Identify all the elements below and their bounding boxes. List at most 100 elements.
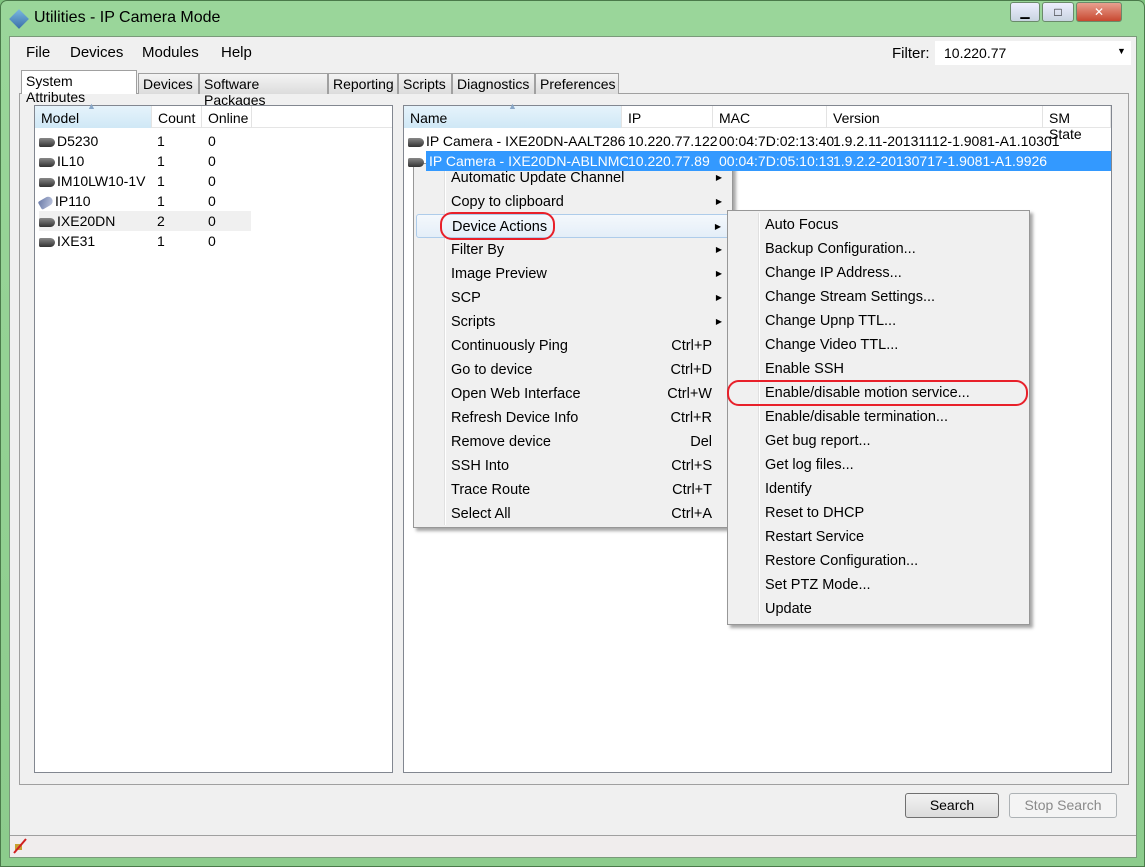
column-header-mac[interactable]: MAC <box>713 106 827 128</box>
model-list-header: ▲ Model Count Online <box>35 101 392 128</box>
menu-item-restart-service[interactable]: Restart Service <box>730 525 1027 549</box>
shortcut-label: Ctrl+S <box>671 458 712 474</box>
menu-devices[interactable]: Devices <box>70 44 123 61</box>
shortcut-label: Ctrl+P <box>671 338 712 354</box>
submenu-arrow-icon: ▶ <box>715 197 722 206</box>
model-cell: IL10 <box>39 151 84 171</box>
menu-item-label: Get bug report... <box>765 433 871 449</box>
menu-item-label: Change Upnp TTL... <box>765 313 897 329</box>
menu-item-filter-by[interactable]: Filter By ▶ <box>416 238 730 262</box>
table-row[interactable]: IP Camera - IXE20DN-AALT286 10.220.77.122… <box>408 131 1111 151</box>
online-cell: 0 <box>208 213 216 229</box>
table-row[interactable]: IP110 1 0 <box>37 191 251 211</box>
menu-item-restore-configuration[interactable]: Restore Configuration... <box>730 549 1027 573</box>
menu-item-auto-focus[interactable]: Auto Focus <box>730 213 1027 237</box>
menu-item-change-stream-settings[interactable]: Change Stream Settings... <box>730 285 1027 309</box>
tab-scripts[interactable]: Scripts <box>398 73 452 94</box>
menu-item-enable-disable-termination[interactable]: Enable/disable termination... <box>730 405 1027 429</box>
table-row[interactable]: D5230 1 0 <box>39 131 251 151</box>
menu-file[interactable]: File <box>26 44 50 61</box>
camera-icon <box>408 158 424 167</box>
menu-item-go-to-device[interactable]: Go to device Ctrl+D <box>416 358 730 382</box>
camera-icon <box>39 178 55 187</box>
menu-item-get-bug-report[interactable]: Get bug report... <box>730 429 1027 453</box>
column-header-sm-state[interactable]: SM State <box>1043 106 1111 142</box>
menu-item-select-all[interactable]: Select All Ctrl+A <box>416 502 730 526</box>
camera-icon <box>39 158 55 167</box>
menu-item-reset-to-dhcp[interactable]: Reset to DHCP <box>730 501 1027 525</box>
tab-software-packages[interactable]: Software Packages <box>199 73 328 108</box>
menu-item-change-video-ttl[interactable]: Change Video TTL... <box>730 333 1027 357</box>
menu-item-label: Copy to clipboard <box>451 194 564 210</box>
filter-combobox[interactable]: 10.220.77 <box>935 41 1131 65</box>
model-name: IL10 <box>57 153 85 169</box>
menu-item-copy-to-clipboard[interactable]: Copy to clipboard ▶ <box>416 190 730 214</box>
menu-item-scp[interactable]: SCP ▶ <box>416 286 730 310</box>
column-header-name[interactable]: ▲ Name <box>404 101 622 128</box>
tab-reporting[interactable]: Reporting <box>328 73 398 94</box>
menu-item-trace-route[interactable]: Trace Route Ctrl+T <box>416 478 730 502</box>
menu-item-enable-ssh[interactable]: Enable SSH <box>730 357 1027 381</box>
minimize-button[interactable]: ▁ <box>1010 2 1040 22</box>
menu-item-label: Reset to DHCP <box>765 505 865 521</box>
column-header-version[interactable]: Version <box>827 106 1043 128</box>
count-cell: 1 <box>157 133 165 149</box>
submenu-arrow-icon: ▶ <box>715 269 722 278</box>
device-actions-submenu: Auto Focus Backup Configuration... Change … <box>727 210 1030 625</box>
submenu-arrow-icon: ▶ <box>715 293 722 302</box>
menu-item-label: Change Video TTL... <box>765 337 899 353</box>
camera-icon <box>39 238 55 247</box>
close-button[interactable]: ✕ <box>1076 2 1122 22</box>
count-cell: 1 <box>157 233 165 249</box>
tab-preferences[interactable]: Preferences <box>535 73 619 94</box>
menu-item-continuously-ping[interactable]: Continuously Ping Ctrl+P <box>416 334 730 358</box>
search-button[interactable]: Search <box>905 793 999 818</box>
version-cell: 1.9.2.2-20130717-1.9081-A1.9926 <box>833 151 1048 171</box>
menu-item-label: Continuously Ping <box>451 338 568 354</box>
menu-item-image-preview[interactable]: Image Preview ▶ <box>416 262 730 286</box>
table-row[interactable]: IXE20DN 2 0 <box>39 211 251 231</box>
table-row[interactable]: IP Camera - IXE20DN-ABLNMC5 10.220.77.89 0… <box>408 151 1111 171</box>
menu-help[interactable]: Help <box>221 44 252 61</box>
highlight-ring-motion-service <box>727 380 1028 406</box>
column-header-online[interactable]: Online <box>202 106 252 128</box>
stop-search-button[interactable]: Stop Search <box>1009 793 1117 818</box>
menu-item-change-upnp-ttl[interactable]: Change Upnp TTL... <box>730 309 1027 333</box>
tab-system-attributes[interactable]: System Attributes <box>21 70 137 105</box>
menu-item-remove-device[interactable]: Remove device Del <box>416 430 730 454</box>
tab-devices[interactable]: Devices <box>138 73 199 94</box>
menu-modules[interactable]: Modules <box>142 44 199 61</box>
column-header-count[interactable]: Count <box>152 106 202 128</box>
table-row[interactable]: IXE31 1 0 <box>39 231 251 251</box>
model-cell: D5230 <box>39 131 98 151</box>
device-name: IP Camera - IXE20DN-AALT286 <box>426 133 626 149</box>
model-cell: IXE20DN <box>39 211 115 231</box>
dropdown-arrow-icon[interactable]: ▼ <box>1117 46 1126 56</box>
count-cell: 1 <box>157 153 165 169</box>
online-cell: 0 <box>208 173 216 189</box>
menu-item-update[interactable]: Update <box>730 597 1027 621</box>
menu-item-scripts[interactable]: Scripts ▶ <box>416 310 730 334</box>
menu-item-backup-configuration[interactable]: Backup Configuration... <box>730 237 1027 261</box>
column-header-ip[interactable]: IP <box>622 106 713 128</box>
menu-item-change-ip-address[interactable]: Change IP Address... <box>730 261 1027 285</box>
menu-item-label: Update <box>765 601 812 617</box>
camera-icon <box>39 218 55 227</box>
menu-item-label: Trace Route <box>451 482 531 498</box>
column-header-model[interactable]: ▲ Model <box>35 101 152 128</box>
maximize-button[interactable]: □ <box>1042 2 1074 22</box>
table-row[interactable]: IL10 1 0 <box>39 151 251 171</box>
shortcut-label: Del <box>690 434 712 450</box>
menu-item-label: Open Web Interface <box>451 386 581 402</box>
table-row[interactable]: IM10LW10-1V 1 0 <box>39 171 251 191</box>
model-list[interactable]: ▲ Model Count Online D5230 1 0 IL10 1 0 IM10LW1… <box>34 101 393 773</box>
menu-item-label: Restore Configuration... <box>765 553 919 569</box>
menu-item-open-web-interface[interactable]: Open Web Interface Ctrl+W <box>416 382 730 406</box>
tab-diagnostics[interactable]: Diagnostics <box>452 73 535 94</box>
model-cell: IP110 <box>37 191 91 211</box>
menu-item-refresh-device-info[interactable]: Refresh Device Info Ctrl+R <box>416 406 730 430</box>
menu-item-ssh-into[interactable]: SSH Into Ctrl+S <box>416 454 730 478</box>
menu-item-identify[interactable]: Identify <box>730 477 1027 501</box>
menu-item-get-log-files[interactable]: Get log files... <box>730 453 1027 477</box>
menu-item-set-ptz-mode[interactable]: Set PTZ Mode... <box>730 573 1027 597</box>
